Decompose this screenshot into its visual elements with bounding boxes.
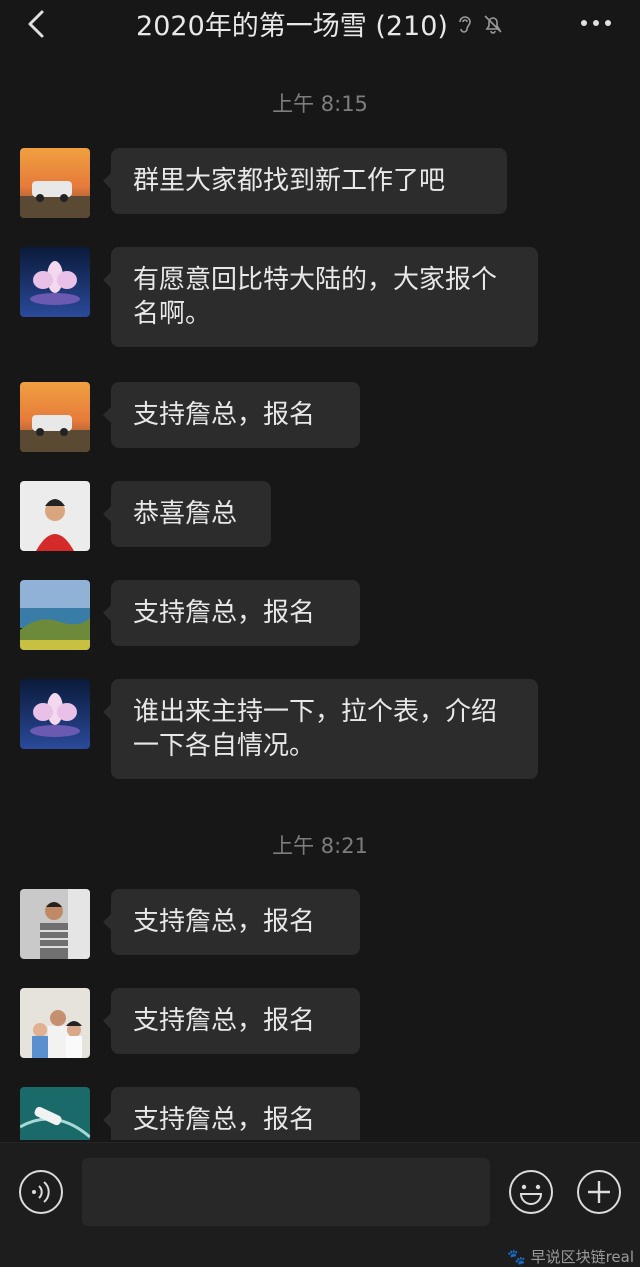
nav-bar: 2020年的第一场雪 (210)	[0, 0, 640, 48]
avatar[interactable]	[20, 148, 90, 218]
message-bubble[interactable]: 群里大家都找到新工作了吧	[103, 148, 507, 214]
message-bubble[interactable]: 谁出来主持一下，拉个表，介绍一下各自情况。	[103, 679, 538, 779]
earpiece-icon	[459, 15, 471, 33]
avatar[interactable]	[20, 247, 90, 317]
timestamp: 上午 8:15	[272, 92, 368, 116]
message-bubble[interactable]: 恭喜詹总	[103, 481, 271, 547]
emoji-icon[interactable]	[508, 1169, 554, 1215]
message-bubble[interactable]: 支持詹总，报名	[103, 1087, 360, 1140]
avatar[interactable]	[20, 988, 90, 1058]
message-feed[interactable]: 上午 8:15 群里大家都找到新工作了吧 有愿意回比特大陆的，大家报个名啊。 支…	[0, 60, 640, 1140]
chat-title: 2020年的第一场雪 (210)	[136, 11, 448, 42]
avatar[interactable]	[20, 382, 90, 452]
avatar[interactable]	[20, 481, 90, 551]
message-bubble[interactable]: 支持詹总，报名	[103, 580, 360, 646]
more-options-icon[interactable]	[576, 8, 616, 38]
voice-input-icon[interactable]	[18, 1169, 64, 1215]
avatar[interactable]	[20, 889, 90, 959]
avatar[interactable]	[20, 1087, 90, 1140]
avatar[interactable]	[20, 679, 90, 749]
plus-icon[interactable]	[576, 1169, 622, 1215]
timestamp: 上午 8:21	[272, 834, 368, 858]
chat-title-area: 2020年的第一场雪 (210)	[0, 4, 640, 43]
avatar[interactable]	[20, 580, 90, 650]
message-input[interactable]	[82, 1158, 490, 1226]
message-bubble[interactable]: 支持詹总，报名	[103, 382, 360, 448]
message-bubble[interactable]: 有愿意回比特大陆的，大家报个名啊。	[103, 247, 538, 347]
mute-bell-icon	[484, 14, 502, 34]
watermark: 🐾 早说区块链real	[507, 1248, 634, 1266]
message-bubble[interactable]: 支持詹总，报名	[103, 889, 360, 955]
message-bubble[interactable]: 支持詹总，报名	[103, 988, 360, 1054]
